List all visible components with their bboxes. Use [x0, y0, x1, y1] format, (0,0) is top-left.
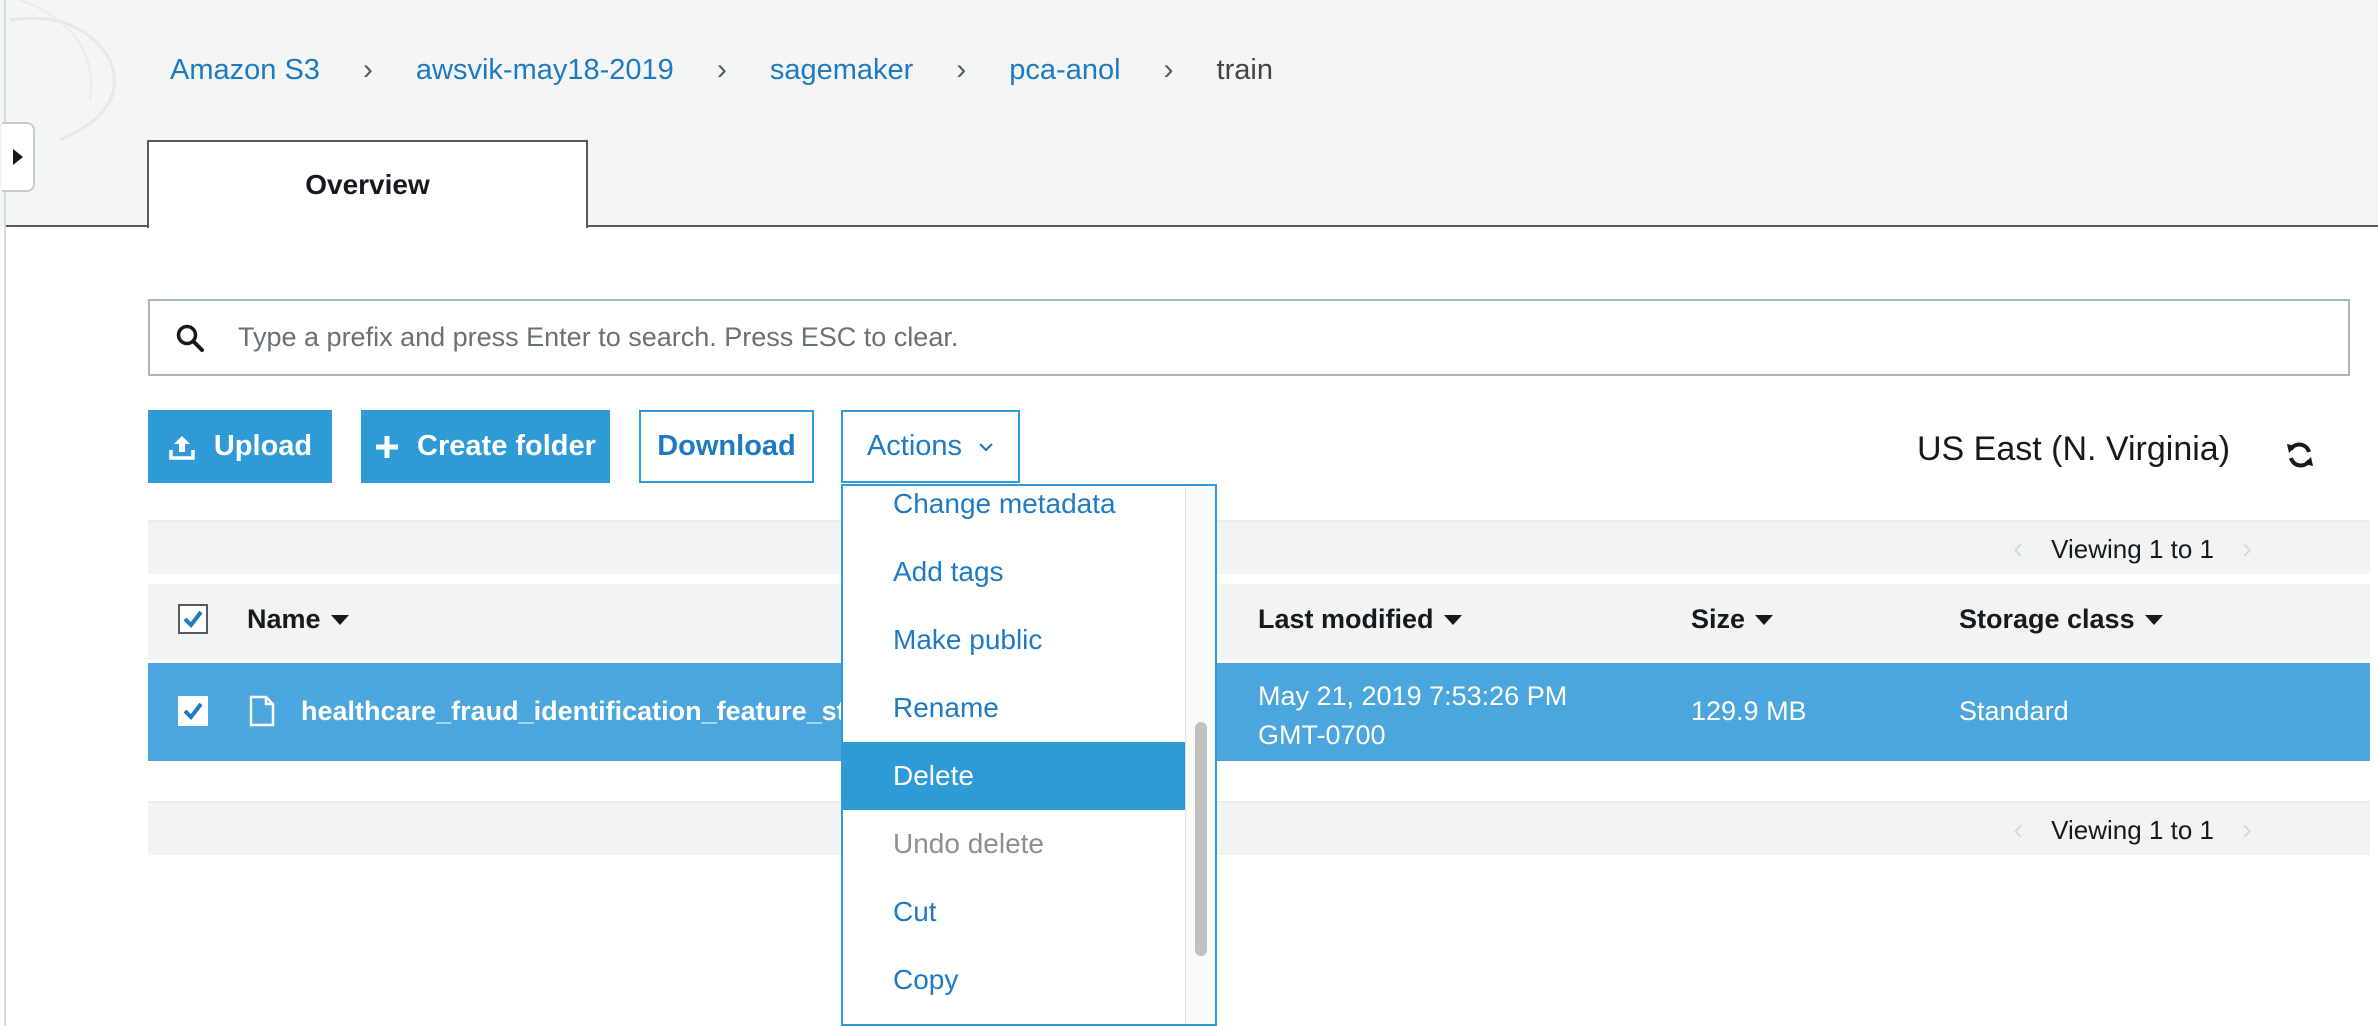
breadcrumb-link-sagemaker[interactable]: sagemaker [770, 54, 913, 87]
row-checkbox[interactable] [178, 696, 208, 726]
actions-button[interactable]: Actions [841, 410, 1020, 483]
column-header-storage-class[interactable]: Storage class [1959, 604, 2163, 635]
download-label: Download [657, 430, 796, 462]
breadcrumb-separator: › [362, 53, 373, 86]
breadcrumb: Amazon S3 › awsvik-may18-2019 › sagemake… [170, 50, 1273, 90]
check-icon [183, 702, 203, 721]
file-name-link[interactable]: healthcare_fraud_identification_feature_… [301, 696, 901, 727]
menu-item-copy[interactable]: Copy [843, 946, 1189, 1014]
select-all-checkbox[interactable] [178, 604, 208, 634]
menu-scrollbar-thumb[interactable] [1195, 722, 1207, 956]
chevron-right-icon[interactable]: › [2242, 532, 2252, 566]
breadcrumb-separator: › [716, 53, 727, 86]
breadcrumb-link-amazon-s3[interactable]: Amazon S3 [170, 54, 320, 87]
menu-item-change-metadata[interactable]: Change metadata [843, 486, 1189, 538]
size-cell: 129.9 MB [1691, 696, 1807, 726]
chevron-down-icon [978, 442, 994, 452]
pagination-label: Viewing 1 to 1 [2051, 533, 2214, 564]
pagination: ‹ Viewing 1 to 1 › [1985, 522, 2280, 576]
breadcrumb-separator: › [1163, 53, 1174, 86]
search-bar [148, 299, 2350, 376]
menu-scrollbar[interactable] [1185, 486, 1215, 1024]
breadcrumb-separator: › [956, 53, 967, 86]
column-header-name[interactable]: Name [247, 604, 349, 635]
chevron-left-icon[interactable]: ‹ [2013, 813, 2023, 847]
menu-item-add-tags[interactable]: Add tags [843, 538, 1189, 606]
download-button[interactable]: Download [639, 410, 814, 483]
menu-item-undo-delete: Undo delete [893, 828, 1045, 859]
check-icon [183, 610, 203, 629]
upload-label: Upload [213, 430, 313, 462]
last-modified-cell: May 21, 2019 7:53:26 PM GMT-0700 [1258, 677, 1567, 755]
sidebar-toggle-button[interactable] [2, 122, 35, 192]
pagination-label: Viewing 1 to 1 [2051, 814, 2214, 845]
breadcrumb-link-pca-anol[interactable]: pca-anol [1009, 54, 1120, 87]
actions-menu-list: Change metadata Add tags Make public Ren… [843, 486, 1189, 1014]
upload-button[interactable]: Upload [148, 410, 332, 483]
search-icon [150, 323, 230, 353]
plus-icon [375, 435, 399, 459]
sort-caret-icon [2144, 614, 2163, 625]
column-header-label: Last modified [1258, 604, 1434, 634]
menu-item-rename[interactable]: Rename [843, 674, 1189, 742]
column-header-label: Storage class [1959, 604, 2135, 634]
breadcrumb-current: train [1216, 53, 1273, 86]
menu-item-make-public[interactable]: Make public [843, 606, 1189, 674]
table-header: Name Last modified Size Storage class [148, 584, 2370, 660]
column-header-size[interactable]: Size [1691, 604, 1774, 635]
column-header-last-modified[interactable]: Last modified [1258, 604, 1462, 635]
table-row[interactable]: healthcare_fraud_identification_feature_… [148, 663, 2370, 761]
column-header-label: Size [1691, 604, 1746, 634]
pagination-bar-top: ‹ Viewing 1 to 1 › [148, 520, 2370, 574]
pagination-bar-bottom: ‹ Viewing 1 to 1 › [148, 801, 2370, 855]
sort-caret-icon [1443, 614, 1462, 625]
chevron-right-icon[interactable]: › [2242, 813, 2252, 847]
tab-overview[interactable]: Overview [147, 140, 588, 228]
caret-right-icon [12, 149, 23, 165]
last-modified-date: May 21, 2019 7:53:26 PM [1258, 681, 1568, 711]
actions-label: Actions [866, 430, 963, 462]
menu-item-cut[interactable]: Cut [843, 878, 1189, 946]
chevron-left-icon[interactable]: ‹ [2013, 532, 2023, 566]
search-input[interactable] [230, 302, 2348, 373]
actions-dropdown-menu: Change metadata Add tags Make public Ren… [841, 484, 1217, 1026]
create-folder-button[interactable]: Create folder [361, 410, 610, 483]
file-icon [249, 695, 275, 727]
storage-class-cell: Standard [1959, 696, 2069, 726]
pagination: ‹ Viewing 1 to 1 › [1985, 803, 2280, 857]
refresh-icon[interactable] [2285, 440, 2315, 475]
sort-caret-icon [330, 614, 349, 625]
column-header-label: Name [247, 604, 321, 634]
last-modified-timezone: GMT-0700 [1258, 720, 1386, 750]
upload-icon [168, 433, 196, 461]
region-label: US East (N. Virginia) [1917, 430, 2231, 468]
sort-caret-icon [1755, 614, 1774, 625]
breadcrumb-link-bucket[interactable]: awsvik-may18-2019 [416, 54, 674, 87]
menu-item-delete[interactable]: Delete [843, 742, 1189, 810]
create-folder-label: Create folder [417, 430, 596, 462]
